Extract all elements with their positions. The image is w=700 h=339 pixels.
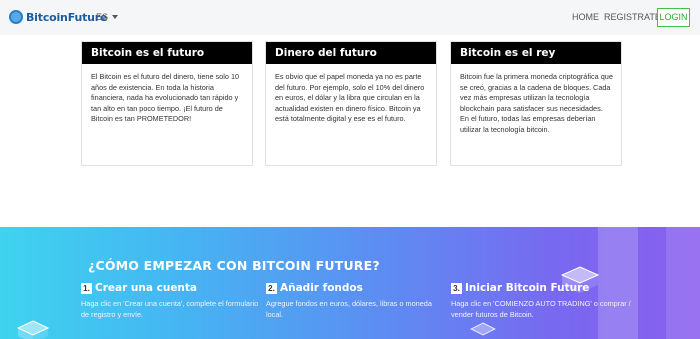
step-description: Haga clic en 'COMIENZO AUTO TRADING' o c… [451,299,631,319]
step-number: 3. [451,282,462,294]
card-bitcoin-king: Bitcoin es el rey Bitcoin fue la primera… [450,41,622,166]
section-title: ¿CÓMO EMPEZAR CON BITCOIN FUTURE? [88,258,380,273]
nav-register-link[interactable]: REGISTRATE [604,12,661,22]
card-title: Bitcoin es el futuro [82,42,252,64]
step-add-funds: 2. Añadir fondos Agregue fondos en euros… [266,282,446,320]
step-create-account: 1. Crear una cuenta Haga clic en 'Crear … [81,282,261,320]
login-button[interactable]: LOGIN [657,8,690,27]
step-start-trading: 3. Iniciar Bitcoin Future Haga clic en '… [451,282,631,320]
step-number: 1. [81,282,92,294]
cube-icon [470,322,496,336]
cube-icon [16,320,50,339]
step-title: Añadir fondos [280,282,363,294]
top-navbar: BitcoinFuture ES HOME REGISTRATE LOGIN [0,0,700,35]
logo[interactable]: BitcoinFuture [9,10,107,24]
card-title: Bitcoin es el rey [451,42,621,64]
step-description: Haga clic en 'Crear una cuenta', complet… [81,299,259,319]
card-body: Bitcoin fue la primera moneda criptográf… [460,72,613,134]
step-title: Iniciar Bitcoin Future [465,282,590,294]
nav-home-link[interactable]: HOME [572,12,599,22]
chevron-down-icon [112,15,119,19]
card-body: El Bitcoin es el futuro del dinero, tien… [91,72,240,124]
step-title: Crear una cuenta [95,282,198,294]
card-body: Es obvio que el papel moneda ya no es pa… [275,72,425,124]
decorative-pillar [666,227,700,339]
card-title: Dinero del futuro [266,42,436,64]
card-money-future: Dinero del futuro Es obvio que el papel … [265,41,437,166]
bitcoin-logo-icon [9,10,23,24]
card-bitcoin-future: Bitcoin es el futuro El Bitcoin es el fu… [81,41,253,166]
step-number: 2. [266,282,277,294]
language-selector[interactable]: ES [96,12,119,22]
language-label: ES [96,12,109,22]
step-description: Agregue fondos en euros, dólares, libras… [266,299,432,319]
how-to-start-section: ¿CÓMO EMPEZAR CON BITCOIN FUTURE? 1. Cre… [0,227,700,339]
